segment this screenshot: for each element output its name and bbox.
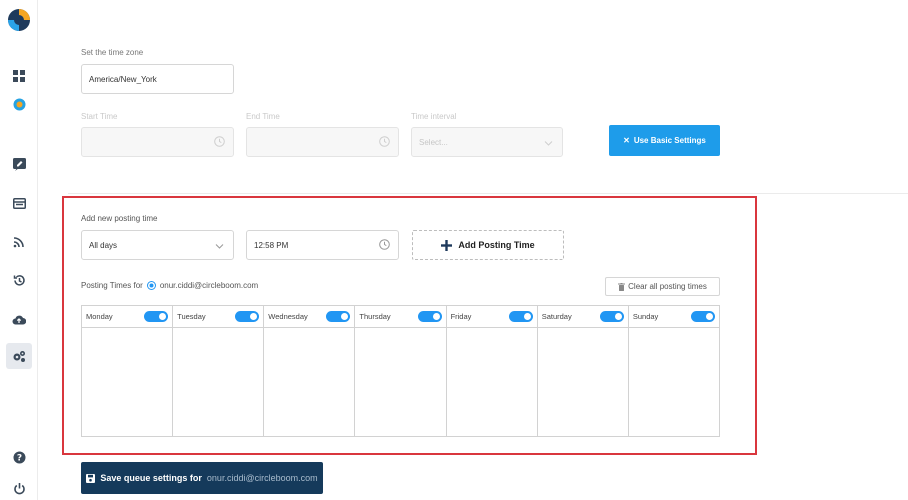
day-column-sunday: Sunday [628, 306, 719, 436]
days-select-value: All days [89, 240, 118, 250]
calendar-icon[interactable] [9, 193, 29, 213]
day-header: Thursday [355, 306, 446, 328]
save-queue-settings-button[interactable]: Save queue settings for onur.ciddi@circl… [81, 462, 323, 494]
close-icon: ✕ [623, 136, 630, 145]
day-column-thursday: Thursday [355, 306, 447, 436]
logo-icon[interactable] [7, 8, 31, 32]
day-column-friday: Friday [446, 306, 538, 436]
trash-icon [618, 282, 626, 291]
circle-badge-icon[interactable] [9, 94, 29, 114]
rss-icon[interactable] [9, 232, 29, 252]
plus-icon [441, 239, 453, 251]
end-time-label: End Time [246, 112, 280, 121]
add-posting-time-button-label: Add Posting Time [458, 240, 535, 250]
time-interval-label: Time interval [411, 112, 457, 121]
day-header: Sunday [628, 306, 719, 328]
day-toggle[interactable] [417, 311, 442, 322]
day-toggle[interactable] [508, 311, 533, 322]
day-toggle[interactable] [326, 311, 351, 322]
use-basic-settings-label: Use Basic Settings [633, 136, 706, 145]
posting-times-for-label: Posting Times for [81, 281, 143, 290]
section-divider [68, 193, 908, 194]
account-avatar-icon [146, 281, 156, 290]
day-header: Wednesday [264, 306, 355, 328]
timezone-input[interactable]: America/New_York [81, 64, 234, 94]
clock-icon [379, 239, 390, 250]
clear-all-posting-times-button[interactable]: Clear all posting times [605, 277, 720, 296]
posting-times-account: onur.ciddi@circleboom.com [159, 281, 259, 290]
time-interval-placeholder: Select... [419, 137, 448, 147]
dashboard-icon[interactable] [9, 66, 29, 86]
add-posting-time-button[interactable]: Add Posting Time [412, 230, 564, 260]
cloud-upload-icon[interactable] [9, 309, 29, 329]
day-header: Friday [446, 306, 537, 328]
days-select[interactable]: All days [81, 230, 234, 260]
day-name: Saturday [541, 312, 572, 321]
svg-text:?: ? [16, 453, 21, 463]
day-name: Tuesday [177, 312, 206, 321]
history-icon[interactable] [9, 270, 29, 290]
use-basic-settings-button[interactable]: ✕ Use Basic Settings [609, 125, 720, 156]
day-name: Thursday [359, 312, 391, 321]
day-name: Monday [86, 312, 113, 321]
main-content: Set the time zone America/New_York Start… [38, 0, 908, 500]
power-icon[interactable] [9, 478, 29, 498]
day-toggle[interactable] [235, 311, 260, 322]
start-time-label: Start Time [81, 112, 118, 121]
help-icon[interactable]: ? [9, 447, 29, 467]
timezone-label: Set the time zone [81, 48, 144, 57]
start-time-input[interactable] [81, 127, 234, 157]
add-posting-time-label: Add new posting time [81, 214, 158, 223]
day-column-saturday: Saturday [537, 306, 629, 436]
day-name: Wednesday [268, 312, 308, 321]
day-header: Saturday [537, 306, 628, 328]
day-toggle[interactable] [599, 311, 624, 322]
save-queue-account: onur.ciddi@circleboom.com [206, 473, 318, 483]
day-column-wednesday: Wednesday [264, 306, 356, 436]
compose-icon[interactable] [9, 154, 29, 174]
save-queue-label: Save queue settings for [100, 473, 202, 483]
day-toggle[interactable] [690, 311, 715, 322]
time-interval-select[interactable]: Select... [411, 127, 563, 157]
day-header: Monday [82, 306, 173, 328]
clock-icon [379, 136, 390, 147]
posting-times-header: Posting Times for onur.ciddi@circleboom.… [81, 281, 258, 290]
day-column-tuesday: Tuesday [173, 306, 265, 436]
timezone-value: America/New_York [89, 74, 157, 84]
day-header: Tuesday [173, 306, 264, 328]
settings-icon[interactable] [9, 346, 29, 366]
chevron-down-icon [215, 244, 224, 249]
clear-all-label: Clear all posting times [628, 282, 707, 291]
day-toggle[interactable] [144, 311, 169, 322]
clock-icon [214, 136, 225, 147]
sidebar: ? [0, 0, 38, 500]
save-icon [86, 473, 96, 483]
day-column-monday: Monday [82, 306, 174, 436]
posting-time-value: 12:58 PM [254, 240, 289, 250]
posting-time-input[interactable]: 12:58 PM [246, 230, 399, 260]
end-time-input[interactable] [246, 127, 399, 157]
day-name: Friday [450, 312, 472, 321]
chevron-down-icon [544, 141, 553, 146]
posting-times-grid: Monday Tuesday Wednesday Thursday Friday… [81, 305, 720, 437]
day-name: Sunday [632, 312, 659, 321]
